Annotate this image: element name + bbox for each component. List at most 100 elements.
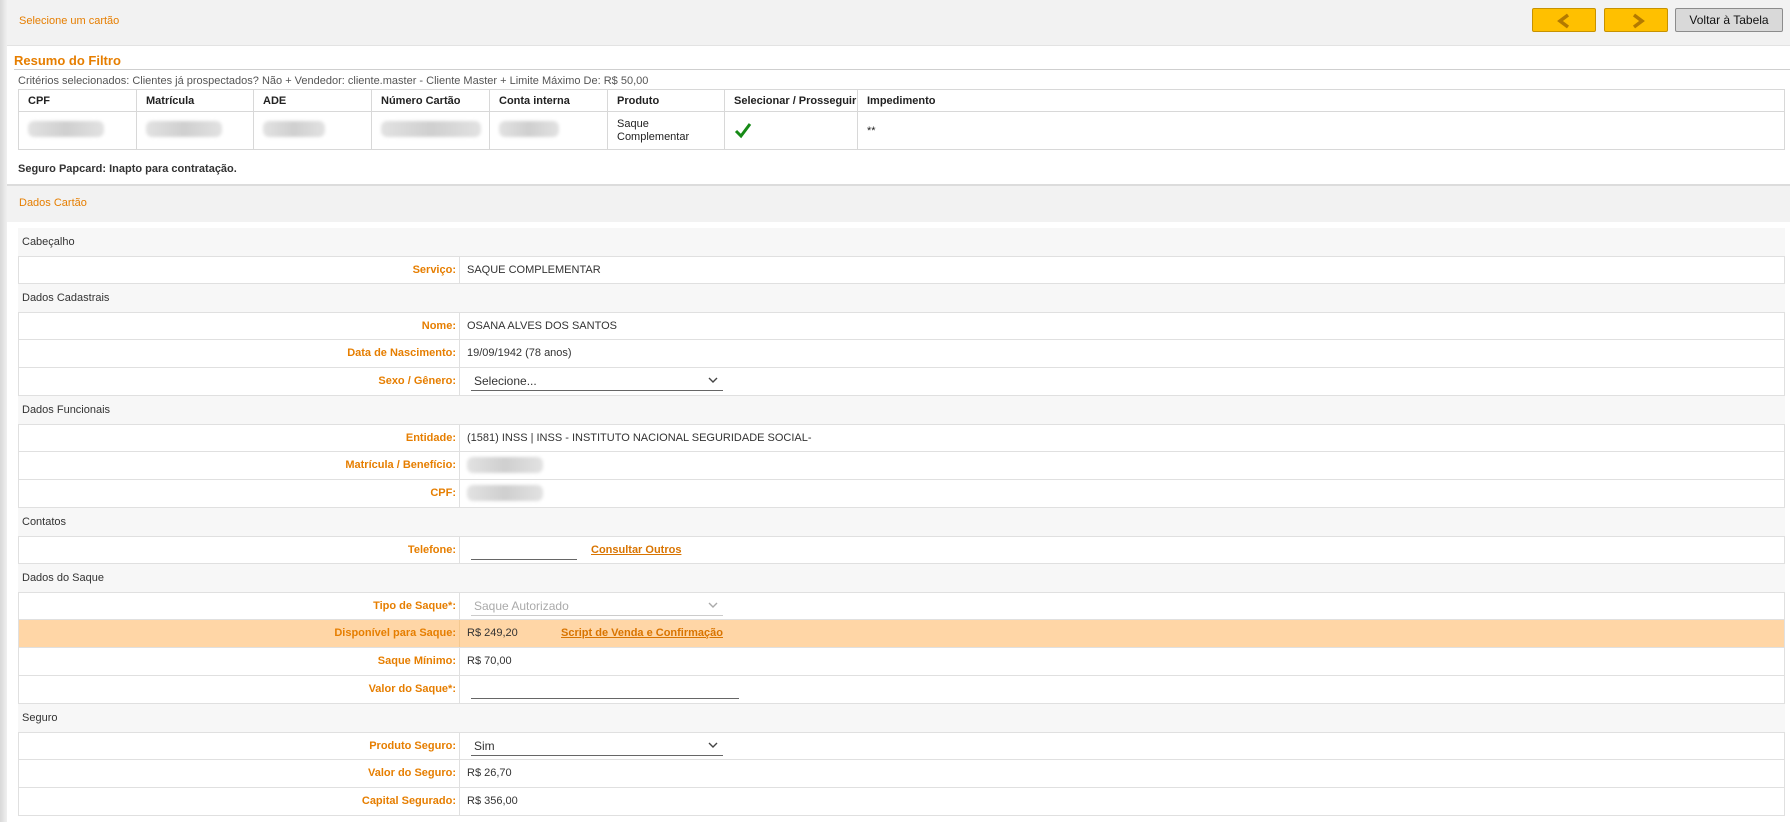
script-venda-link[interactable]: Script de Venda e Confirmação	[561, 620, 723, 647]
matricula-value	[467, 452, 543, 479]
redacted-value	[146, 121, 222, 137]
section-seguro: Seguro	[18, 704, 1785, 732]
column-header-conta-interna: Conta interna	[489, 89, 608, 112]
form-row-servico: Serviço: SAQUE COMPLEMENTAR	[18, 256, 1785, 284]
saque-minimo-value: R$ 70,00	[467, 655, 512, 667]
page: Selecione um cartão Voltar à Tabela Resu…	[7, 0, 1790, 822]
left-edge-shadow	[0, 0, 7, 822]
table-header-row: CPF Matrícula ADE Número Cartão Conta in…	[18, 89, 1785, 112]
form-row-entidade: Entidade: (1581) INSS | INSS - INSTITUTO…	[18, 424, 1785, 452]
cpf-value	[467, 480, 543, 507]
section-dados-saque: Dados do Saque	[18, 564, 1785, 592]
column-header-matricula: Matrícula	[136, 89, 254, 112]
dados-cartao-header: Dados Cartão	[7, 186, 1790, 222]
back-to-table-button[interactable]: Voltar à Tabela	[1675, 8, 1783, 32]
telefone-input[interactable]	[471, 541, 577, 560]
table-row: Saque Complementar **	[18, 111, 1785, 150]
produto-seguro-select[interactable]: Sim	[471, 736, 723, 756]
conta-interna-cell	[489, 111, 608, 150]
check-icon[interactable]	[734, 122, 857, 140]
form-row-disponivel: Disponível para Saque: R$ 249,20 Script …	[18, 620, 1785, 648]
matricula-cell	[136, 111, 254, 150]
capital-segurado-value: R$ 356,00	[467, 795, 518, 807]
redacted-value	[499, 121, 559, 137]
form-row-valor-saque: Valor do Saque*:	[18, 676, 1785, 704]
form-row-saque-minimo: Saque Mínimo: R$ 70,00	[18, 648, 1785, 676]
top-bar: Selecione um cartão Voltar à Tabela	[7, 0, 1790, 46]
impedimento-cell: **	[857, 111, 1785, 150]
form-row-telefone: Telefone: Consultar Outros	[18, 536, 1785, 564]
column-header-numero-cartao: Número Cartão	[371, 89, 490, 112]
capital-segurado-label: Capital Segurado:	[19, 788, 460, 815]
tipo-saque-label: Tipo de Saque*:	[19, 593, 460, 620]
chevron-down-icon	[708, 742, 718, 748]
seguro-papcard-status: Seguro Papcard: Inapto para contratação.	[18, 163, 237, 175]
dados-cartao-title: Dados Cartão	[19, 197, 87, 209]
form-row-produto-seguro: Produto Seguro: Sim	[18, 732, 1785, 760]
ade-cell	[253, 111, 372, 150]
nome-label: Nome:	[19, 313, 460, 340]
produto-seguro-label: Produto Seguro:	[19, 733, 460, 760]
entidade-label: Entidade:	[19, 425, 460, 452]
valor-saque-label: Valor do Saque*:	[19, 676, 460, 703]
filter-summary-title: Resumo do Filtro	[14, 53, 121, 68]
valor-seguro-value: R$ 26,70	[467, 767, 512, 779]
cpf-label: CPF:	[19, 480, 460, 507]
tipo-saque-select[interactable]: Saque Autorizado	[471, 596, 723, 616]
card-data-form: Cabeçalho Serviço: SAQUE COMPLEMENTAR Da…	[18, 228, 1785, 816]
servico-value: SAQUE COMPLEMENTAR	[467, 264, 601, 276]
consultar-outros-link[interactable]: Consultar Outros	[591, 537, 681, 564]
form-row-nascimento: Data de Nascimento: 19/09/1942 (78 anos)	[18, 340, 1785, 368]
sexo-select[interactable]: Selecione...	[471, 371, 723, 391]
column-header-selecionar: Selecionar / Prosseguir	[724, 89, 858, 112]
form-row-cpf: CPF:	[18, 480, 1785, 508]
cpf-cell	[18, 111, 137, 150]
form-row-tipo-saque: Tipo de Saque*: Saque Autorizado	[18, 592, 1785, 620]
divider	[14, 69, 1790, 70]
cards-table: CPF Matrícula ADE Número Cartão Conta in…	[18, 89, 1785, 150]
sexo-select-value: Selecione...	[474, 374, 537, 388]
chevron-down-icon	[708, 602, 718, 608]
previous-button[interactable]	[1532, 8, 1596, 32]
produto-seguro-value: Sim	[474, 739, 495, 753]
section-dados-cadastrais: Dados Cadastrais	[18, 284, 1785, 312]
valor-seguro-label: Valor do Seguro:	[19, 760, 460, 787]
section-contatos: Contatos	[18, 508, 1785, 536]
column-header-impedimento: Impedimento	[857, 89, 1785, 112]
servico-label: Serviço:	[19, 257, 460, 284]
column-header-cpf: CPF	[18, 89, 137, 112]
column-header-produto: Produto	[607, 89, 725, 112]
column-header-ade: ADE	[253, 89, 372, 112]
entidade-value: (1581) INSS | INSS - INSTITUTO NACIONAL …	[467, 432, 812, 444]
redacted-value	[28, 121, 104, 137]
chevron-right-icon	[1632, 13, 1645, 29]
nascimento-label: Data de Nascimento:	[19, 340, 460, 367]
valor-saque-input[interactable]	[471, 680, 739, 699]
form-row-valor-seguro: Valor do Seguro: R$ 26,70	[18, 760, 1785, 788]
redacted-value	[263, 121, 325, 137]
selected-criteria: Critérios selecionados: Clientes já pros…	[18, 75, 649, 87]
redacted-value	[467, 485, 543, 501]
matricula-label: Matrícula / Benefício:	[19, 452, 460, 479]
select-proceed-cell[interactable]	[724, 111, 858, 150]
section-dados-funcionais: Dados Funcionais	[18, 396, 1785, 424]
nome-value: OSANA ALVES DOS SANTOS	[467, 320, 617, 332]
saque-minimo-label: Saque Mínimo:	[19, 648, 460, 675]
produto-cell: Saque Complementar	[607, 111, 725, 150]
numero-cartao-cell	[371, 111, 490, 150]
chevron-left-icon	[1557, 13, 1570, 29]
redacted-value	[467, 457, 543, 473]
form-row-nome: Nome: OSANA ALVES DOS SANTOS	[18, 312, 1785, 340]
tipo-saque-value: Saque Autorizado	[474, 599, 569, 613]
disponivel-label: Disponível para Saque:	[19, 620, 460, 647]
nascimento-value: 19/09/1942 (78 anos)	[467, 347, 572, 359]
section-cabecalho: Cabeçalho	[18, 228, 1785, 256]
form-row-sexo: Sexo / Gênero: Selecione...	[18, 368, 1785, 396]
select-card-title: Selecione um cartão	[19, 15, 120, 27]
telefone-label: Telefone:	[19, 537, 460, 564]
next-button[interactable]	[1604, 8, 1668, 32]
form-row-capital-segurado: Capital Segurado: R$ 356,00	[18, 788, 1785, 816]
disponivel-value: R$ 249,20	[467, 627, 518, 639]
form-row-matricula: Matrícula / Benefício:	[18, 452, 1785, 480]
redacted-value	[381, 121, 481, 137]
